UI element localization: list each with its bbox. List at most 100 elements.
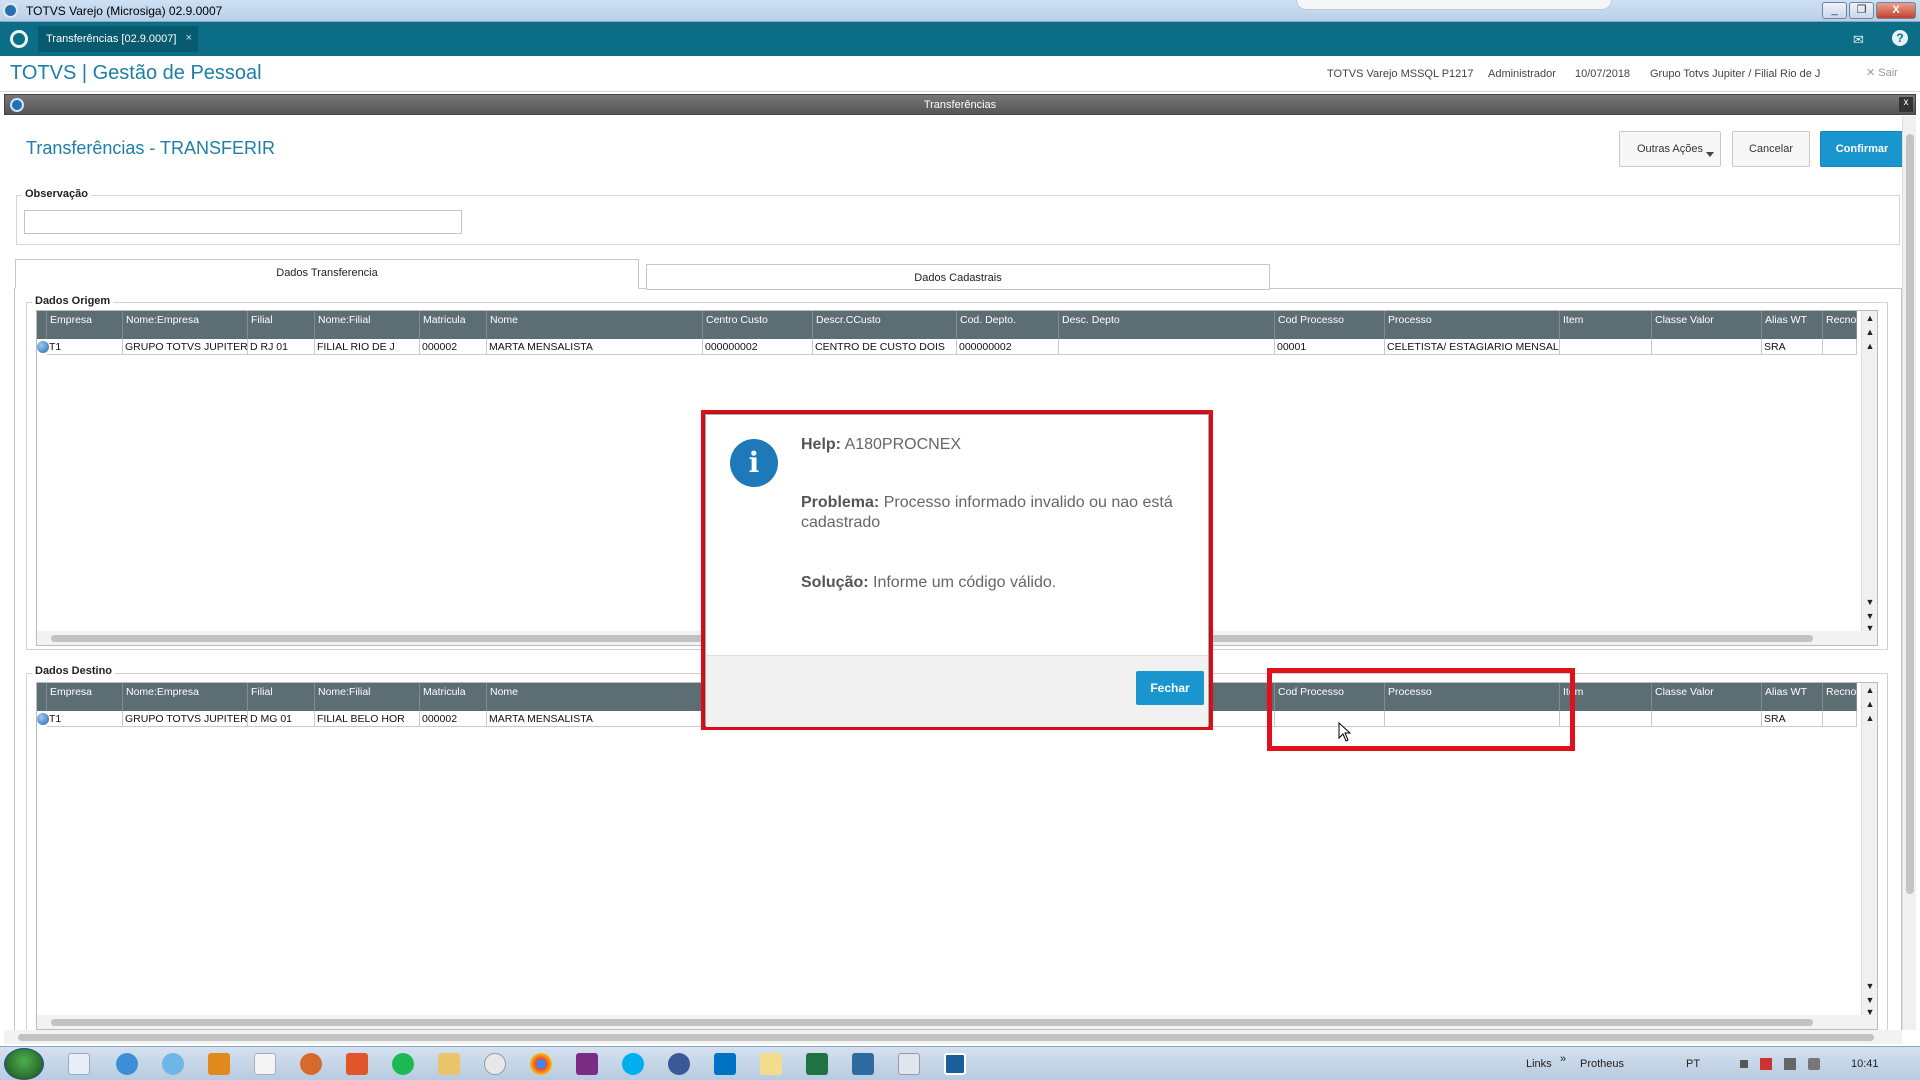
table-cell[interactable]: D RJ 01 — [248, 339, 315, 355]
app-link-icon[interactable] — [668, 1053, 690, 1075]
table-cell[interactable]: CENTRO DE CUSTO DOIS — [813, 339, 957, 355]
restore-button[interactable]: ❐ — [1849, 2, 1874, 19]
destino-grid[interactable]: Empresa Nome:Empresa Filial Nome:Filial Matr… — [36, 682, 1878, 1030]
paint-icon[interactable] — [300, 1053, 322, 1075]
search-icon[interactable] — [68, 1053, 90, 1075]
more-actions-button[interactable]: Outras Ações — [1619, 131, 1721, 167]
scroll-page-up-icon[interactable]: ▲ — [1865, 327, 1875, 337]
outlook-icon[interactable] — [714, 1053, 736, 1075]
network-icon[interactable] — [1760, 1058, 1772, 1070]
table-cell[interactable]: FILIAL RIO DE J — [315, 339, 420, 355]
column-header[interactable]: Nome:Filial — [315, 311, 420, 339]
table-cell[interactable]: FILIAL BELO HOR — [315, 711, 420, 727]
column-header[interactable]: Nome — [487, 683, 703, 711]
tray-arrow-icon[interactable] — [1740, 1060, 1748, 1068]
window-peek-handle[interactable] — [1296, 0, 1612, 10]
document-icon[interactable] — [898, 1053, 920, 1075]
links-chevron-icon[interactable]: » — [1560, 1053, 1566, 1065]
mail-icon[interactable]: ✉ — [1853, 32, 1864, 48]
volume-icon[interactable] — [1808, 1058, 1820, 1070]
table-cell[interactable]: SRA — [1762, 339, 1823, 355]
media-player-icon[interactable] — [208, 1053, 230, 1075]
column-header[interactable]: Recno — [1823, 311, 1857, 339]
table-cell[interactable]: T1 — [47, 339, 123, 355]
grid-hscroll-thumb[interactable] — [51, 1019, 1813, 1026]
table-cell[interactable] — [1059, 339, 1275, 355]
skype-icon[interactable] — [622, 1053, 644, 1075]
table-cell[interactable]: SRA — [1762, 711, 1823, 727]
powerpoint-icon[interactable] — [346, 1053, 368, 1075]
page-scrollbar-thumb[interactable] — [1906, 134, 1914, 894]
minimize-button[interactable]: _ — [1822, 2, 1847, 19]
tab-dados-transferencia[interactable]: Dados Transferencia — [15, 259, 639, 289]
excel-icon[interactable] — [806, 1053, 828, 1075]
scroll-down-icon[interactable]: ▼ — [1865, 597, 1875, 607]
table-cell[interactable]: CELETISTA/ ESTAGIARIO MENSAL — [1385, 339, 1560, 355]
grid-vertical-scrollbar[interactable]: ▲ ▲ ▲ ▼ ▼ ▼ — [1861, 683, 1877, 1017]
table-cell[interactable] — [1823, 339, 1857, 355]
column-header[interactable]: Item — [1560, 311, 1652, 339]
column-header[interactable]: Recno — [1823, 683, 1857, 711]
column-header[interactable]: Alias WT — [1762, 311, 1823, 339]
table-cell[interactable] — [1823, 711, 1857, 727]
scroll-top-icon[interactable]: ▲ — [1865, 685, 1875, 695]
column-header[interactable]: Nome — [487, 311, 703, 339]
table-cell[interactable] — [1652, 711, 1762, 727]
totvs-app-icon[interactable] — [944, 1053, 966, 1075]
column-header[interactable]: Empresa — [47, 683, 123, 711]
column-header[interactable]: Matricula — [420, 683, 487, 711]
table-cell[interactable]: T1 — [47, 711, 123, 727]
confirm-button[interactable]: Confirmar — [1820, 131, 1904, 167]
page-hscroll-thumb[interactable] — [18, 1034, 1874, 1041]
table-cell[interactable]: 000002 — [420, 711, 487, 727]
links-toolbar[interactable]: Links — [1526, 1058, 1552, 1070]
scroll-top-icon[interactable]: ▲ — [1865, 313, 1875, 323]
protheus-toolbar[interactable]: Protheus — [1580, 1058, 1624, 1070]
exit-button[interactable]: ✕ Sair — [1866, 66, 1898, 79]
scroll-page-down-icon[interactable]: ▼ — [1865, 995, 1875, 1005]
language-indicator[interactable]: PT — [1686, 1058, 1700, 1070]
table-cell[interactable]: GRUPO TOTVS JUPITER — [123, 339, 248, 355]
ie-icon[interactable] — [116, 1053, 138, 1075]
column-header[interactable]: Classe Valor — [1652, 683, 1762, 711]
notepad-icon[interactable] — [254, 1053, 276, 1075]
scroll-page-up-icon[interactable]: ▲ — [1865, 699, 1875, 709]
monitor-icon[interactable] — [1784, 1058, 1796, 1070]
totvs-logo-icon[interactable] — [10, 30, 28, 48]
table-cell[interactable] — [1652, 339, 1762, 355]
folder-icon[interactable] — [760, 1053, 782, 1075]
column-header[interactable]: Cod. Depto. — [957, 311, 1059, 339]
onenote-icon[interactable] — [576, 1053, 598, 1075]
column-header[interactable]: Desc. Depto — [1059, 311, 1275, 339]
chrome-icon[interactable] — [530, 1053, 552, 1075]
column-header[interactable]: Nome:Filial — [315, 683, 420, 711]
column-header[interactable]: Empresa — [47, 311, 123, 339]
cancel-button[interactable]: Cancelar — [1732, 131, 1810, 167]
column-header[interactable]: Filial — [248, 683, 315, 711]
page-vertical-scrollbar[interactable] — [1902, 116, 1916, 1030]
close-window-button[interactable]: X — [1876, 2, 1916, 19]
column-header[interactable]: Processo — [1385, 311, 1560, 339]
scroll-page-down-icon[interactable]: ▼ — [1865, 611, 1875, 621]
help-icon[interactable]: ? — [1892, 30, 1908, 46]
table-cell[interactable]: MARTA MENSALISTA — [487, 711, 703, 727]
tab-close-icon[interactable]: × — [186, 32, 192, 44]
table-cell[interactable]: MARTA MENSALISTA — [487, 339, 703, 355]
chat-icon[interactable] — [484, 1053, 506, 1075]
fechar-button[interactable]: Fechar — [1136, 671, 1204, 705]
observacao-input[interactable] — [24, 210, 462, 234]
browser-icon[interactable] — [162, 1053, 184, 1075]
table-cell[interactable]: D MG 01 — [248, 711, 315, 727]
column-header[interactable]: Cod Processo — [1275, 311, 1385, 339]
tab-dados-cadastrais[interactable]: Dados Cadastrais — [646, 264, 1270, 290]
grid-horizontal-scrollbar[interactable] — [37, 1015, 1877, 1029]
scroll-up-icon[interactable]: ▲ — [1865, 713, 1875, 723]
column-header[interactable]: Centro Custo — [703, 311, 813, 339]
clock[interactable]: 10:41 — [1851, 1058, 1879, 1070]
table-cell[interactable]: 00001 — [1275, 339, 1385, 355]
column-header[interactable]: Alias WT — [1762, 683, 1823, 711]
table-cell[interactable]: GRUPO TOTVS JUPITER — [123, 711, 248, 727]
remote-desktop-icon[interactable] — [852, 1053, 874, 1075]
dialog-close-button[interactable]: x — [1899, 97, 1913, 112]
column-header[interactable]: Nome:Empresa — [123, 311, 248, 339]
